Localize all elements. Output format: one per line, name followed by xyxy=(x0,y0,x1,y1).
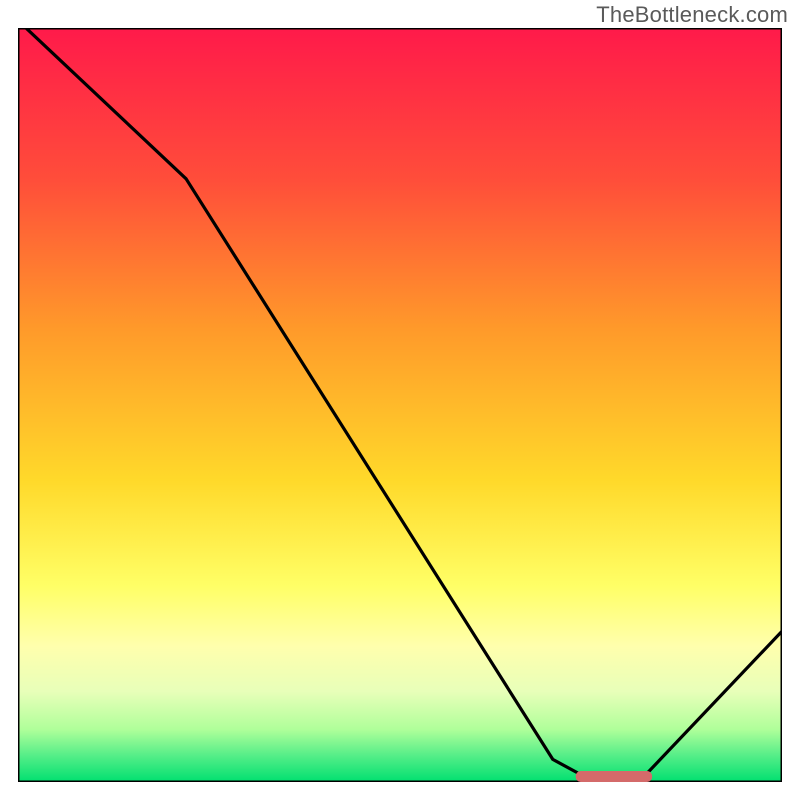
bottleneck-chart xyxy=(18,28,782,782)
watermark-text: TheBottleneck.com xyxy=(596,2,788,28)
chart-background xyxy=(18,28,782,782)
chart-svg xyxy=(18,28,782,782)
optimum-marker xyxy=(576,771,652,782)
